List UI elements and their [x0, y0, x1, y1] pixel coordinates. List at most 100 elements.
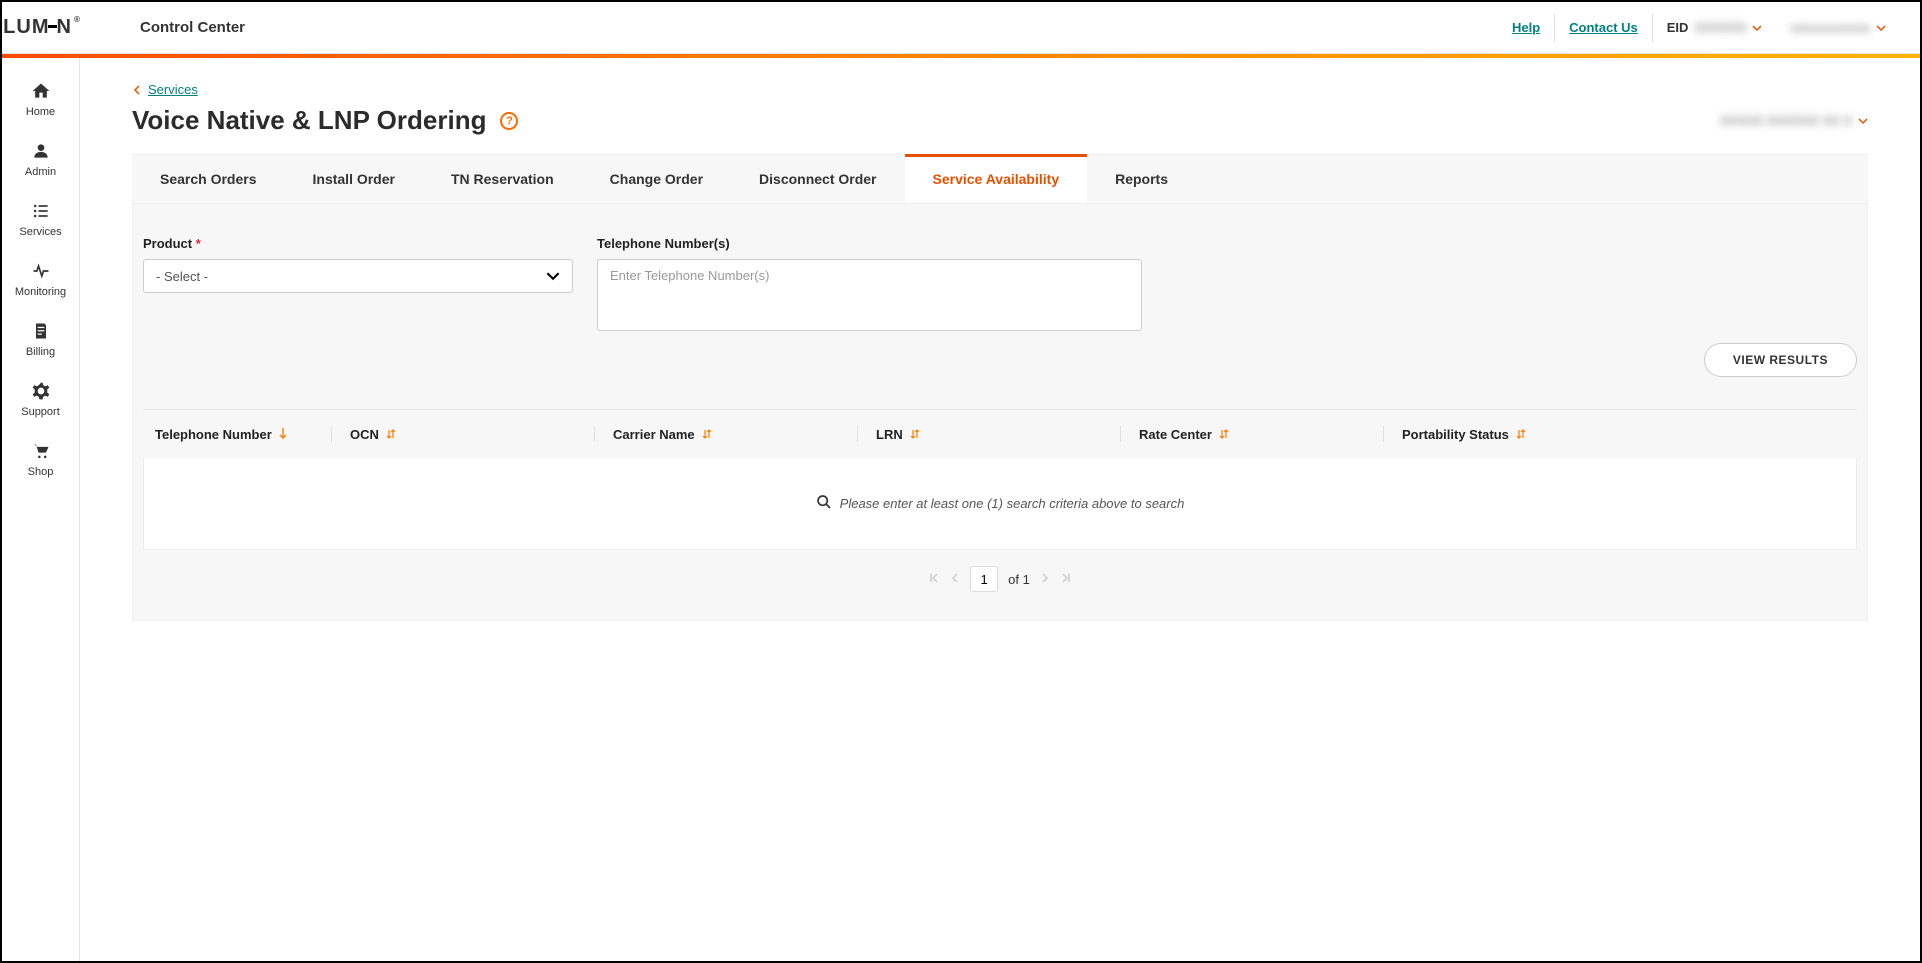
page-title: Voice Native & LNP Ordering	[132, 105, 486, 136]
help-link[interactable]: Help	[1498, 20, 1554, 35]
nav-label: Billing	[26, 346, 55, 358]
breadcrumb-services[interactable]: Services	[148, 82, 198, 97]
side-nav: Home Admin Services Monitoring Billing S…	[2, 58, 80, 961]
tn-field: Telephone Number(s)	[597, 236, 1142, 331]
contact-link[interactable]: Contact Us	[1555, 20, 1652, 35]
product-select-value: - Select -	[156, 269, 208, 284]
product-select[interactable]: - Select -	[143, 259, 573, 293]
user-name: xxxxxxxxxxx	[1790, 20, 1870, 35]
sort-icon	[1218, 428, 1230, 440]
tabs: Search Orders Install Order TN Reservati…	[132, 154, 1868, 204]
th-separator	[857, 426, 858, 442]
sort-down-icon	[278, 428, 288, 440]
user-icon	[31, 138, 51, 164]
nav-label: Home	[26, 106, 55, 118]
th-label: Rate Center	[1139, 427, 1212, 442]
logo-text-left: LUM	[3, 16, 49, 39]
actions: VIEW RESULTS	[143, 343, 1857, 377]
logo-bar-icon	[48, 25, 57, 28]
th-rate-center[interactable]: Rate Center	[1139, 426, 1383, 442]
pager-of: of 1	[1008, 572, 1030, 587]
chevron-down-icon	[1858, 116, 1868, 126]
empty-state: Please enter at least one (1) search cri…	[143, 458, 1857, 550]
th-label: Portability Status	[1402, 427, 1509, 442]
nav-label: Services	[19, 226, 61, 238]
th-telephone-number[interactable]: Telephone Number	[155, 426, 331, 442]
account-name: XXXXX XXXXXX XX X	[1720, 113, 1852, 128]
user-dropdown[interactable]: xxxxxxxxxxx	[1776, 20, 1900, 35]
logo-text-right: N	[56, 16, 71, 39]
help-icon[interactable]: ?	[500, 112, 518, 130]
nav-monitoring[interactable]: Monitoring	[2, 248, 79, 308]
eid-value: XXXXXX	[1694, 20, 1746, 35]
th-label: LRN	[876, 427, 903, 442]
chevron-down-icon	[546, 269, 560, 283]
list-icon	[31, 198, 51, 224]
main: Services Voice Native & LNP Ordering ? X…	[80, 58, 1920, 961]
th-separator	[331, 426, 332, 442]
search-panel: Product * - Select - Telephone Number(s)	[132, 204, 1868, 621]
logo-wrap: LUM N ®	[2, 16, 80, 39]
th-separator	[1120, 426, 1121, 442]
invoice-icon	[31, 318, 51, 344]
chevron-down-icon	[1752, 23, 1762, 33]
page-first-icon[interactable]	[928, 572, 940, 587]
product-label-text: Product	[143, 236, 192, 251]
th-lrn[interactable]: LRN	[876, 426, 1120, 442]
page-input[interactable]	[970, 566, 998, 592]
nav-services[interactable]: Services	[2, 188, 79, 248]
sort-icon	[385, 428, 397, 440]
account-dropdown[interactable]: XXXXX XXXXXX XX X	[1720, 113, 1868, 128]
nav-billing[interactable]: Billing	[2, 308, 79, 368]
table-header-row: Telephone Number OCN Carrier Name	[143, 410, 1857, 458]
page-title-row: Voice Native & LNP Ordering ? XXXXX XXXX…	[132, 105, 1868, 136]
cart-icon	[31, 438, 51, 464]
tab-install-order[interactable]: Install Order	[285, 155, 423, 203]
logo[interactable]: LUM N ®	[3, 16, 79, 39]
search-icon	[816, 494, 832, 513]
nav-label: Shop	[28, 466, 54, 478]
pulse-icon	[31, 258, 51, 284]
view-results-button[interactable]: VIEW RESULTS	[1704, 343, 1857, 377]
sort-icon	[909, 428, 921, 440]
registered-icon: ®	[74, 15, 81, 24]
th-label: Carrier Name	[613, 427, 695, 442]
tab-service-availability[interactable]: Service Availability	[905, 155, 1088, 203]
tab-reports[interactable]: Reports	[1087, 155, 1196, 203]
results-table: Telephone Number OCN Carrier Name	[143, 409, 1857, 596]
home-icon	[31, 78, 51, 104]
th-separator	[594, 426, 595, 442]
app-title: Control Center	[140, 19, 245, 36]
nav-label: Admin	[25, 166, 56, 178]
tab-disconnect-order[interactable]: Disconnect Order	[731, 155, 904, 203]
tab-tn-reservation[interactable]: TN Reservation	[423, 155, 582, 203]
th-carrier-name[interactable]: Carrier Name	[613, 426, 857, 442]
nav-shop[interactable]: Shop	[2, 428, 79, 488]
tn-label: Telephone Number(s)	[597, 236, 1142, 251]
th-separator	[1383, 426, 1384, 442]
th-portability-status[interactable]: Portability Status	[1402, 426, 1845, 442]
tab-search-orders[interactable]: Search Orders	[132, 155, 285, 203]
nav-support[interactable]: Support	[2, 368, 79, 428]
product-field: Product * - Select -	[143, 236, 573, 293]
page-last-icon[interactable]	[1060, 572, 1072, 587]
nav-label: Support	[21, 406, 60, 418]
nav-admin[interactable]: Admin	[2, 128, 79, 188]
gear-icon	[31, 378, 51, 404]
required-asterisk: *	[196, 236, 201, 251]
page-next-icon[interactable]	[1040, 572, 1050, 587]
nav-label: Monitoring	[15, 286, 66, 298]
tn-input[interactable]	[597, 259, 1142, 331]
th-label: OCN	[350, 427, 379, 442]
eid-dropdown[interactable]: EID XXXXXX	[1653, 20, 1777, 35]
product-label: Product *	[143, 236, 573, 251]
top-right: Help Contact Us EID XXXXXX xxxxxxxxxxx	[1498, 14, 1900, 42]
tab-change-order[interactable]: Change Order	[582, 155, 731, 203]
nav-home[interactable]: Home	[2, 68, 79, 128]
breadcrumb: Services	[132, 82, 1868, 97]
form-row: Product * - Select - Telephone Number(s)	[143, 236, 1857, 331]
page-prev-icon[interactable]	[950, 572, 960, 587]
eid-label: EID	[1667, 20, 1689, 35]
th-ocn[interactable]: OCN	[350, 426, 594, 442]
chevron-left-icon	[132, 85, 142, 95]
